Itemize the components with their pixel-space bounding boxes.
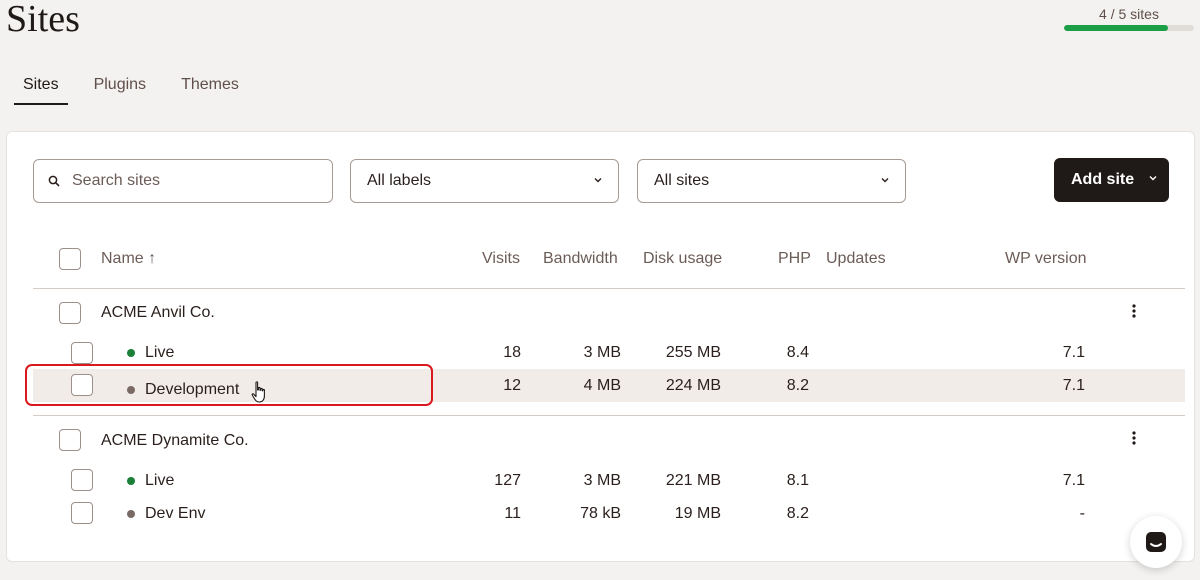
environment-name[interactable]: Dev Env (127, 505, 205, 523)
visits-cell: 11 (504, 505, 521, 522)
site-usage-fill (1064, 25, 1168, 31)
environment-label: Live (145, 472, 175, 489)
tab-themes[interactable]: Themes (172, 76, 248, 105)
bandwidth-cell: 3 MB (583, 344, 621, 361)
disk-usage-cell: 221 MB (665, 472, 721, 489)
bandwidth-cell: 3 MB (583, 472, 621, 489)
labels-filter-select[interactable]: All labels (350, 159, 619, 203)
bandwidth-cell: 78 kB (580, 505, 621, 522)
environment-checkbox[interactable] (71, 342, 93, 364)
environment-label: Live (145, 344, 175, 361)
column-header-disk-usage[interactable]: Disk usage (643, 250, 722, 268)
add-site-label: Add site (1071, 171, 1135, 188)
visits-cell: 18 (503, 344, 521, 361)
search-icon (48, 175, 60, 187)
column-header-updates[interactable]: Updates (826, 250, 886, 268)
site-group-name[interactable]: ACME Anvil Co. (101, 304, 215, 322)
column-header-name[interactable]: Name ↑ (101, 250, 156, 268)
search-placeholder: Search sites (72, 172, 161, 189)
wp-version-cell: 7.1 (1062, 377, 1085, 394)
environment-name[interactable]: Live (127, 344, 174, 362)
column-header-bandwidth[interactable]: Bandwidth (543, 250, 618, 268)
search-input[interactable]: Search sites (33, 159, 333, 203)
chevron-down-icon (1149, 176, 1157, 181)
site-group-name[interactable]: ACME Dynamite Co. (101, 432, 249, 450)
sites-panel: Search sites All labels All sites Add si… (6, 131, 1195, 562)
disk-usage-cell: 224 MB (665, 377, 721, 394)
disk-usage-cell: 255 MB (665, 344, 721, 361)
disk-usage-cell: 19 MB (674, 505, 721, 522)
group-divider (33, 415, 1185, 416)
chat-help-button[interactable] (1130, 516, 1182, 568)
bandwidth-cell: 4 MB (583, 377, 621, 394)
tab-sites[interactable]: Sites (14, 76, 68, 105)
environment-checkbox[interactable] (71, 502, 93, 524)
site-usage-meter: 4 / 5 sites (1064, 6, 1194, 31)
labels-filter-value: All labels (367, 172, 432, 189)
wp-version-cell: 7.1 (1062, 472, 1085, 489)
group-checkbox[interactable] (59, 429, 81, 451)
php-cell: 8.2 (786, 377, 809, 394)
chevron-down-icon (881, 178, 889, 183)
live-status-dot (127, 349, 135, 357)
environment-name[interactable]: Live (127, 472, 174, 490)
environment-checkbox[interactable] (71, 469, 93, 491)
add-site-button[interactable]: Add site (1054, 158, 1169, 202)
php-cell: 8.2 (786, 505, 809, 522)
column-header-wp-version[interactable]: WP version (1005, 250, 1087, 268)
chevron-down-icon (594, 178, 602, 183)
visits-cell: 12 (503, 377, 521, 394)
dev-status-dot (127, 510, 135, 518)
more-options-icon[interactable] (1130, 430, 1138, 446)
tab-bar: Sites Plugins Themes (14, 76, 265, 105)
site-usage-label: 4 / 5 sites (1099, 6, 1159, 22)
select-all-checkbox[interactable] (59, 248, 81, 270)
environment-label: Dev Env (145, 505, 206, 522)
column-header-php[interactable]: PHP (778, 250, 811, 268)
chat-icon (1146, 532, 1166, 552)
more-options-icon[interactable] (1130, 303, 1138, 319)
php-cell: 8.1 (786, 472, 809, 489)
header-divider (33, 288, 1185, 289)
sites-filter-value: All sites (654, 172, 710, 189)
group-checkbox[interactable] (59, 302, 81, 324)
highlight-annotation-box (25, 364, 433, 406)
wp-version-cell: 7.1 (1062, 344, 1085, 361)
tab-plugins[interactable]: Plugins (85, 76, 155, 105)
live-status-dot (127, 477, 135, 485)
visits-cell: 127 (494, 472, 521, 489)
sites-filter-select[interactable]: All sites (637, 159, 906, 203)
column-header-visits[interactable]: Visits (482, 250, 520, 268)
site-usage-bar (1064, 25, 1194, 31)
php-cell: 8.4 (786, 344, 809, 361)
page-title: Sites (6, 0, 80, 40)
wp-version-cell: - (1079, 505, 1085, 522)
